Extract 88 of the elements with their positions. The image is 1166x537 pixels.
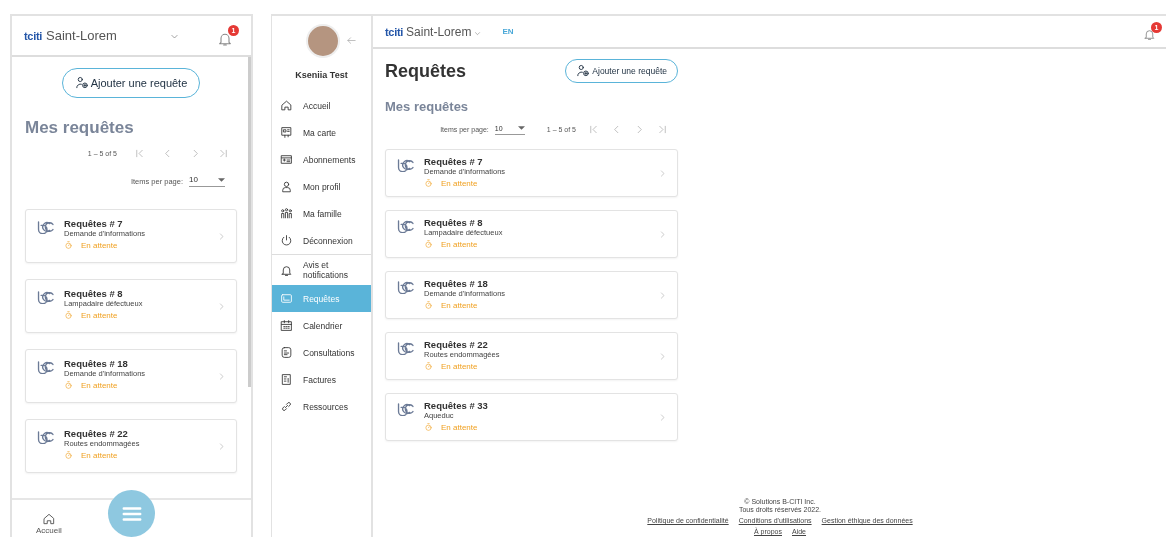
sidebar-nav-item[interactable]: Ma carte	[272, 119, 371, 146]
dropdown-caret-icon	[218, 177, 225, 182]
arrow-left-icon	[346, 35, 357, 46]
request-status: En attente	[441, 361, 478, 371]
request-status: En attente	[81, 450, 118, 460]
bell-icon	[1143, 28, 1156, 41]
items-per-page-select[interactable]: 10	[189, 175, 225, 187]
request-title: Requêtes # 22	[64, 428, 129, 439]
city-name: Saint-Lorem	[406, 24, 472, 39]
last-page-icon	[218, 148, 229, 159]
timer-icon	[64, 450, 73, 460]
person-plus-icon	[576, 64, 591, 78]
menu-button[interactable]	[108, 490, 155, 537]
timer-icon	[424, 239, 433, 249]
last-page-icon	[657, 124, 668, 135]
timer-icon	[424, 422, 433, 432]
person-icon	[280, 180, 293, 193]
first-page-icon	[134, 148, 145, 159]
timer-icon	[424, 300, 433, 310]
sidebar-nav-item[interactable]: Ma famille	[272, 200, 371, 227]
request-title: Requêtes # 8	[64, 288, 124, 299]
chevron-down-icon	[474, 29, 482, 37]
brand-logo: tciti	[385, 25, 404, 38]
avatar-placeholder	[306, 24, 340, 58]
sidebar-nav-item[interactable]: Mon profil	[272, 173, 371, 200]
sidebar-nav-item[interactable]: Factures	[272, 366, 371, 393]
request-status: En attente	[441, 422, 478, 432]
inbox-icon	[280, 292, 293, 305]
brand-logo: tciti	[24, 29, 43, 42]
city-name: Saint-Lorem	[46, 28, 118, 43]
request-title: Requêtes # 33	[424, 400, 489, 411]
chat-icon	[280, 346, 293, 359]
timer-icon	[64, 310, 73, 320]
dropdown-caret-icon	[517, 126, 525, 130]
request-title: Requêtes # 22	[424, 339, 489, 350]
add-request-button[interactable]: Ajouter une requête	[61, 68, 201, 98]
request-title: Requêtes # 18	[424, 278, 489, 289]
request-status: En attente	[441, 300, 478, 310]
first-page-button[interactable]	[588, 124, 599, 135]
chevron-right-icon	[658, 352, 667, 361]
sidebar-nav-item[interactable]: Déconnexion	[272, 227, 371, 254]
first-page-button[interactable]	[134, 148, 145, 159]
request-status: En attente	[441, 178, 478, 188]
request-title: Requêtes # 8	[424, 217, 484, 228]
card-icon	[280, 126, 293, 139]
timer-icon	[64, 380, 73, 390]
chevron-right-icon	[217, 232, 226, 241]
chevron-right-icon	[658, 230, 667, 239]
request-status: En attente	[81, 310, 118, 320]
sidebar-nav-item[interactable]: Accueil	[272, 92, 371, 119]
section-heading: Mes requêtes	[25, 118, 135, 138]
chevron-right-icon	[658, 169, 667, 178]
home-icon	[41, 512, 56, 526]
last-page-button[interactable]	[657, 124, 668, 135]
chevron-right-icon	[658, 291, 667, 300]
chevron-right-icon	[217, 372, 226, 381]
home-tab[interactable]: Accueil	[36, 512, 62, 535]
sidebar-nav-item[interactable]: Ressources	[272, 393, 371, 420]
section-heading: Mes requêtes	[385, 99, 470, 114]
timer-icon	[424, 178, 433, 188]
chevron-right-icon	[658, 413, 667, 422]
link-icon	[280, 400, 293, 413]
bell-icon	[280, 263, 293, 277]
chevron-right-icon	[217, 302, 226, 311]
power-icon	[280, 234, 293, 247]
ticket-icon	[280, 153, 293, 166]
user-name: Kseniia Test	[294, 70, 349, 80]
request-status: En attente	[81, 380, 118, 390]
request-title: Requêtes # 7	[64, 218, 124, 229]
sidebar-nav-item[interactable]: Abonnements	[272, 146, 371, 173]
timer-icon	[64, 240, 73, 250]
request-title: Requêtes # 18	[64, 358, 129, 369]
first-page-icon	[588, 124, 599, 135]
request-status: En attente	[81, 240, 118, 250]
request-status: En attente	[441, 239, 478, 249]
last-page-button[interactable]	[218, 148, 229, 159]
home-icon	[280, 99, 293, 112]
chevron-right-icon	[217, 442, 226, 451]
request-title: Requêtes # 7	[424, 156, 484, 167]
calendar-icon	[280, 319, 293, 332]
person-plus-icon	[74, 76, 89, 90]
page-title: Requêtes	[385, 60, 467, 82]
sidebar-nav-item[interactable]: Consultations	[272, 339, 371, 366]
timer-icon	[424, 361, 433, 371]
add-request-button[interactable]: Ajouter une requête	[565, 59, 678, 83]
sidebar-nav-item[interactable]: Calendrier	[272, 312, 371, 339]
family-icon	[280, 207, 293, 220]
invoice-icon	[280, 373, 293, 386]
